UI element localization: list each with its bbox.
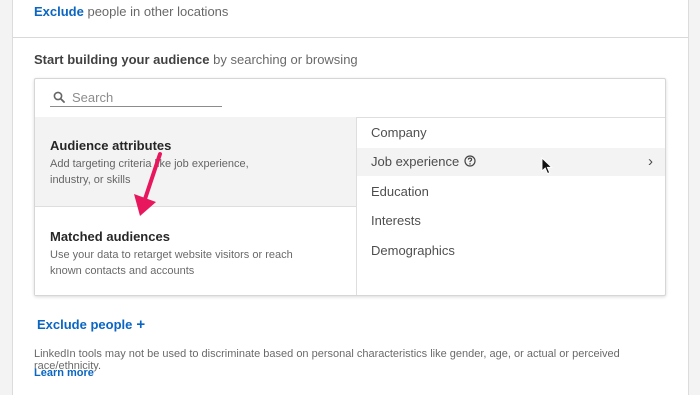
search-icon <box>53 91 65 103</box>
category-description-line: Add targeting criteria like job experien… <box>50 158 249 170</box>
plus-icon: + <box>136 316 146 333</box>
mouse-cursor-icon <box>541 157 553 175</box>
subcategory-label: Job experience <box>371 154 460 169</box>
exclude-locations-link[interactable]: Exclude <box>34 4 84 19</box>
subcategory-interests[interactable]: Interests <box>357 207 665 235</box>
category-description: Use your data to retarget website visito… <box>50 247 341 279</box>
location-section: Exclude people in other locations <box>13 0 688 38</box>
help-icon[interactable] <box>464 155 476 167</box>
campaign-targeting-panel: Exclude people in other locations Start … <box>12 0 689 395</box>
chevron-right-icon: › <box>648 153 653 170</box>
subcategory-list: Company Job experience › Education Inter… <box>357 117 665 295</box>
subcategory-job-experience[interactable]: Job experience › <box>357 148 665 176</box>
search-input[interactable] <box>72 88 220 106</box>
exclude-people-label: Exclude people <box>37 317 133 332</box>
exclude-locations-text: people in other locations <box>83 4 229 19</box>
subcategory-label: Education <box>371 184 429 199</box>
audience-heading-bold: Start building your audience <box>34 52 210 67</box>
subcategory-company[interactable]: Company <box>357 119 665 147</box>
subcategory-demographics[interactable]: Demographics <box>357 237 665 265</box>
category-description-line: known contacts and accounts <box>50 265 195 277</box>
category-description-line: industry, or skills <box>50 174 131 186</box>
subcategory-label: Demographics <box>371 243 455 258</box>
category-description: Add targeting criteria like job experien… <box>50 156 341 188</box>
category-title: Audience attributes <box>50 138 172 153</box>
category-audience-attributes[interactable]: Audience attributes Add targeting criter… <box>35 117 356 207</box>
audience-heading-rest: by searching or browsing <box>209 52 358 67</box>
category-description-line: Use your data to retarget website visito… <box>50 249 293 261</box>
subcategory-label: Interests <box>371 213 421 228</box>
category-matched-audiences[interactable]: Matched audiences Use your data to retar… <box>35 207 356 295</box>
category-title: Matched audiences <box>50 229 170 244</box>
subcategory-label: Company <box>371 125 427 140</box>
category-list: Audience attributes Add targeting criter… <box>35 117 357 295</box>
disclaimer-text: LinkedIn tools may not be used to discri… <box>34 348 620 372</box>
audience-heading: Start building your audience by searchin… <box>34 52 358 67</box>
exclude-locations-row: Exclude people in other locations <box>34 4 228 19</box>
search-box <box>50 88 222 107</box>
exclude-people-button[interactable]: Exclude people + <box>37 316 145 333</box>
learn-more-link[interactable]: Learn more <box>34 367 94 379</box>
search-row <box>35 79 665 118</box>
annotation-arrow-icon <box>134 152 162 216</box>
subcategory-education[interactable]: Education <box>357 178 665 206</box>
